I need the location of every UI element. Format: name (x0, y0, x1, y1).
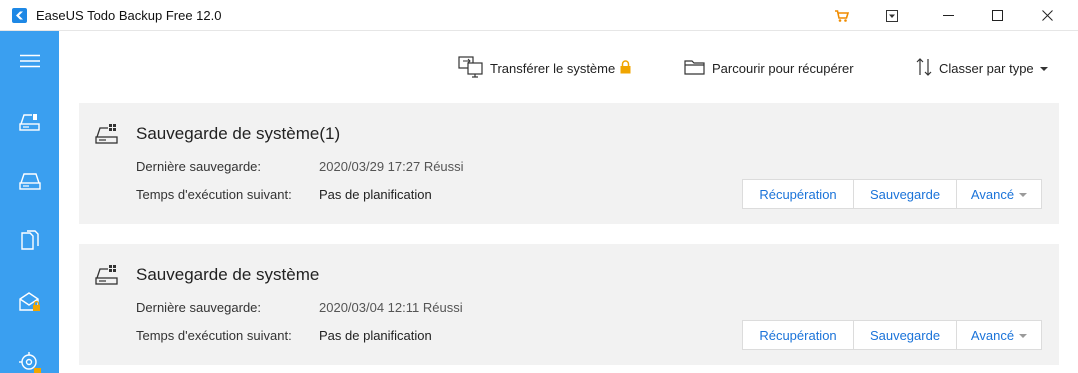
next-run-label: Temps d'exécution suivant: (136, 328, 292, 343)
folder-icon (684, 58, 706, 79)
system-disk-icon (95, 123, 119, 150)
window-title: EaseUS Todo Backup Free 12.0 (36, 8, 222, 23)
backup-button[interactable]: Sauvegarde (854, 180, 957, 208)
browse-to-recover-label: Parcourir pour récupérer (712, 60, 854, 76)
next-run-label: Temps d'exécution suivant: (136, 187, 292, 202)
cart-icon[interactable] (830, 0, 854, 31)
recover-button[interactable]: Récupération (743, 180, 854, 208)
sort-by-type-label: Classer par type (939, 60, 1034, 76)
advanced-label: Avancé (970, 186, 1015, 202)
advanced-dropdown[interactable]: Avancé (957, 321, 1041, 349)
mail-backup-icon[interactable] (0, 282, 59, 322)
last-backup-label: Dernière sauvegarde: (136, 300, 262, 315)
hamburger-menu-icon[interactable] (0, 41, 59, 81)
next-run-value: Pas de planification (319, 187, 432, 202)
transfer-system-button[interactable]: Transférer le système (458, 55, 631, 81)
maximize-button[interactable] (974, 0, 1020, 31)
backup-actions: Récupération Sauvegarde Avancé (742, 320, 1042, 350)
sort-by-type-dropdown[interactable]: Classer par type (915, 55, 1048, 81)
close-button[interactable] (1024, 0, 1070, 31)
backup-task-title: Sauvegarde de système(1) (136, 124, 341, 143)
title-bar: EaseUS Todo Backup Free 12.0 (0, 0, 1078, 31)
sort-arrows-icon (915, 57, 933, 80)
next-run-value: Pas de planification (319, 328, 432, 343)
system-backup-icon[interactable] (0, 161, 59, 201)
minimize-button[interactable] (925, 0, 971, 31)
chevron-down-icon (1019, 333, 1028, 338)
smart-backup-icon[interactable] (0, 343, 59, 373)
backup-actions: Récupération Sauvegarde Avancé (742, 179, 1042, 209)
disk-backup-icon[interactable] (0, 102, 59, 142)
last-backup-label: Dernière sauvegarde: (136, 159, 262, 174)
system-disk-icon (95, 264, 119, 291)
menu-dropdown-icon[interactable] (880, 0, 904, 31)
transfer-system-icon (458, 55, 484, 81)
advanced-dropdown[interactable]: Avancé (957, 180, 1041, 208)
recover-button[interactable]: Récupération (743, 321, 854, 349)
advanced-label: Avancé (970, 327, 1015, 343)
sidebar (0, 31, 59, 373)
transfer-system-label: Transférer le système (490, 60, 616, 76)
browse-to-recover-button[interactable]: Parcourir pour récupérer (684, 55, 854, 81)
chevron-down-icon (1039, 66, 1048, 71)
backup-task-card: Sauvegarde de système(1) Dernière sauveg… (79, 103, 1059, 224)
backup-task-title: Sauvegarde de système (136, 265, 320, 284)
backup-task-card: Sauvegarde de système Dernière sauvegard… (79, 244, 1059, 365)
last-backup-value: 2020/03/29 17:27 Réussi (319, 159, 464, 174)
app-logo-icon (12, 8, 27, 23)
backup-button[interactable]: Sauvegarde (854, 321, 957, 349)
chevron-down-icon (1019, 192, 1028, 197)
lock-icon (620, 59, 631, 77)
file-backup-icon[interactable] (0, 221, 59, 261)
last-backup-value: 2020/03/04 12:11 Réussi (319, 300, 463, 315)
